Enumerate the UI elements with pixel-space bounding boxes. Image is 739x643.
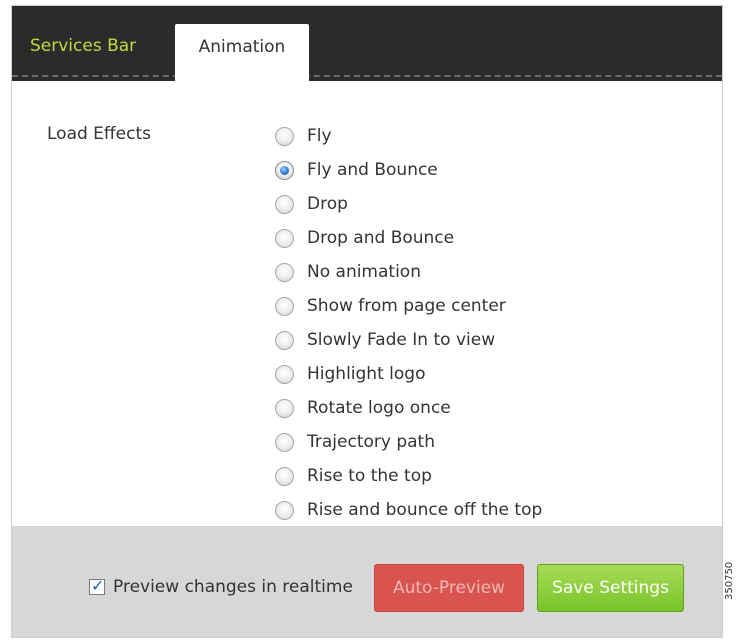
radio-button[interactable] [275, 432, 294, 452]
radio-option[interactable]: Fly and Bounce [275, 153, 542, 187]
radio-label: Drop [307, 194, 348, 214]
radio-button[interactable] [275, 466, 294, 486]
preview-realtime-checkbox[interactable] [89, 576, 105, 595]
radio-option[interactable]: Slowly Fade In to view [275, 323, 542, 357]
radio-button[interactable] [275, 500, 294, 520]
animation-content: Load Effects Fly Fly and Bounce Drop Dro… [12, 81, 722, 526]
radio-option[interactable]: Trajectory path [275, 425, 542, 459]
radio-label: Trajectory path [307, 432, 435, 452]
figure-id: 350750 [724, 561, 735, 600]
radio-button[interactable] [275, 296, 294, 316]
radio-label: Highlight logo [307, 364, 426, 384]
save-settings-button[interactable]: Save Settings [537, 564, 684, 612]
radio-button[interactable] [275, 364, 294, 384]
load-effects-radio-group: Fly Fly and Bounce Drop Drop and Bounce … [275, 119, 542, 527]
radio-button[interactable] [275, 398, 294, 418]
radio-button[interactable] [275, 160, 294, 180]
radio-button[interactable] [275, 126, 294, 146]
tab-bar: Services Bar Animation [12, 6, 722, 81]
radio-button[interactable] [275, 228, 294, 248]
settings-panel: Services Bar Animation Load Effects Fly … [11, 5, 723, 638]
radio-button[interactable] [275, 262, 294, 282]
preview-realtime-toggle[interactable]: Preview changes in realtime [89, 576, 353, 597]
tab-animation[interactable]: Animation [175, 24, 309, 81]
radio-option[interactable]: Drop [275, 187, 542, 221]
radio-option[interactable]: Rotate logo once [275, 391, 542, 425]
radio-label: Show from page center [307, 296, 506, 316]
radio-label: No animation [307, 262, 421, 282]
radio-button[interactable] [275, 330, 294, 350]
radio-label: Rise to the top [307, 466, 432, 486]
radio-label: Drop and Bounce [307, 228, 455, 248]
radio-label: Rise and bounce off the top [307, 500, 543, 520]
radio-label: Fly and Bounce [307, 160, 438, 180]
radio-option[interactable]: Rise to the top [275, 459, 542, 493]
auto-preview-button[interactable]: Auto-Preview [374, 564, 524, 612]
radio-option[interactable]: Drop and Bounce [275, 221, 542, 255]
radio-label: Rotate logo once [307, 398, 451, 418]
radio-option[interactable]: Show from page center [275, 289, 542, 323]
radio-button[interactable] [275, 194, 294, 214]
radio-option[interactable]: Highlight logo [275, 357, 542, 391]
radio-label: Slowly Fade In to view [307, 330, 496, 350]
preview-realtime-label: Preview changes in realtime [113, 577, 353, 597]
load-effects-label: Load Effects [47, 124, 151, 144]
radio-option[interactable]: Rise and bounce off the top [275, 493, 542, 527]
radio-label: Fly [307, 126, 332, 146]
radio-option[interactable]: Fly [275, 119, 542, 153]
footer-bar: Preview changes in realtime Auto-Preview… [12, 526, 722, 637]
radio-option[interactable]: No animation [275, 255, 542, 289]
